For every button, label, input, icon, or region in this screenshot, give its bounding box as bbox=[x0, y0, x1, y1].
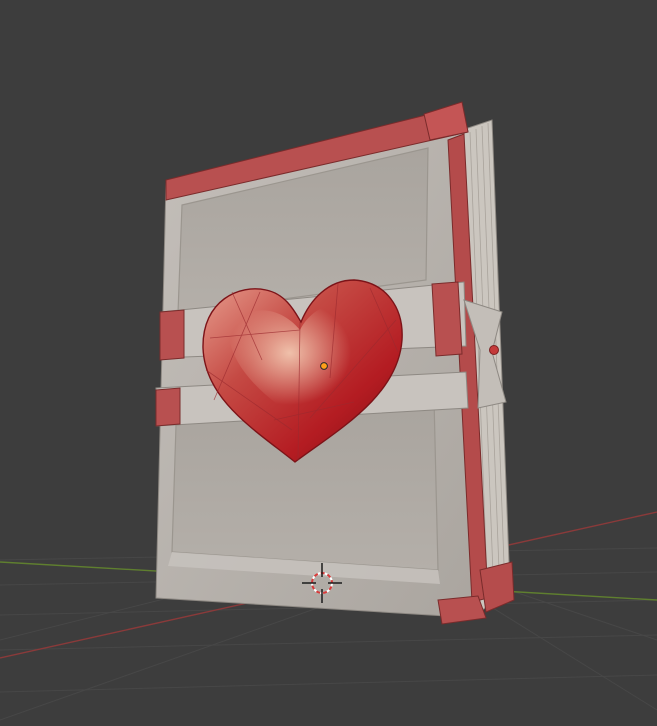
band-red-left-upper[interactable] bbox=[159, 309, 185, 361]
band-red-right[interactable] bbox=[431, 281, 463, 357]
book-model[interactable] bbox=[155, 101, 515, 625]
object-origin-icon[interactable] bbox=[320, 362, 328, 370]
clasp-gem bbox=[489, 345, 499, 355]
strap-bottom-corner[interactable] bbox=[437, 595, 487, 625]
3d-viewport[interactable] bbox=[0, 0, 657, 726]
strap-bottom-right[interactable] bbox=[479, 561, 515, 613]
band-red-left-lower[interactable] bbox=[155, 387, 181, 427]
